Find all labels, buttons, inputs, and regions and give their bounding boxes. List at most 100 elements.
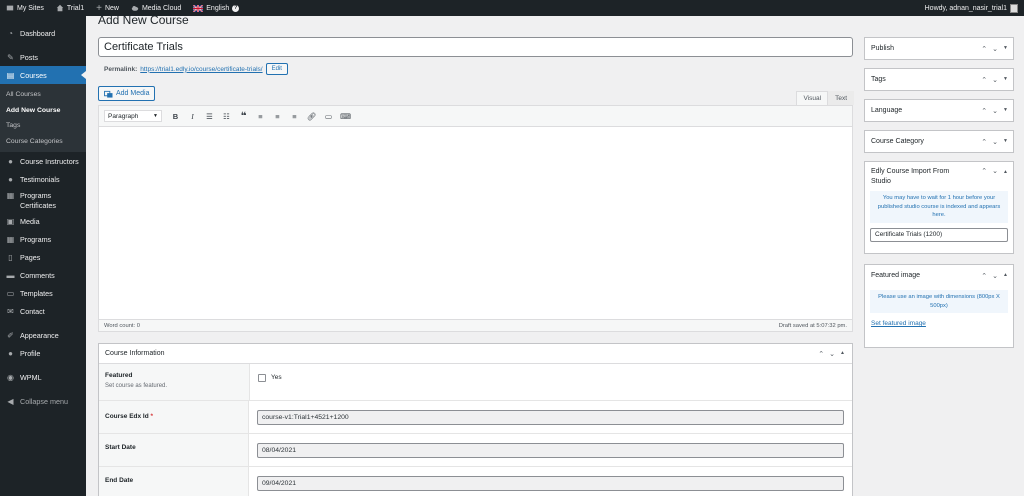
read-more-button[interactable]: ▭ (320, 109, 337, 123)
language-switcher[interactable]: English ? (187, 0, 245, 16)
permalink-url-link[interactable]: https://trial1.edly.io/course/certificat… (140, 66, 262, 73)
move-up-icon[interactable]: ⌃ (981, 76, 987, 84)
sidebar-item-profile[interactable]: ● Profile (0, 344, 86, 362)
sidebar-item-programs-certificates[interactable]: ▦ Programs Certificates (0, 188, 86, 212)
submenu-all-courses[interactable]: All Courses (0, 87, 86, 103)
collapse-menu-button[interactable]: ◀ Collapse menu (0, 392, 86, 410)
move-up-icon[interactable]: ⌃ (981, 272, 987, 280)
sidebar-item-label: Media (20, 216, 40, 226)
bullet-list-button[interactable]: ☰ (201, 109, 218, 123)
move-up-icon[interactable]: ⌃ (818, 350, 824, 358)
sidebar-item-pages[interactable]: ▯ Pages (0, 248, 86, 266)
sidebar-item-wpml[interactable]: ◉ WPML (0, 368, 86, 386)
sidebar-item-templates[interactable]: ▭ Templates (0, 284, 86, 302)
sidebar-item-contact[interactable]: ✉ Contact (0, 302, 86, 320)
sidebar-item-programs[interactable]: ▦ Programs (0, 230, 86, 248)
language-header[interactable]: Language ⌃ ⌄ ▼ (865, 100, 1013, 121)
avatar (1010, 3, 1018, 13)
move-down-icon[interactable]: ⌄ (992, 76, 998, 84)
sidebar-item-label: Programs Certificates (20, 191, 56, 210)
account-menu[interactable]: Howdy, adnan_nasir_trial1 (919, 0, 1024, 16)
move-down-icon[interactable]: ⌄ (992, 45, 998, 53)
move-up-icon[interactable]: ⌃ (981, 138, 987, 146)
edx-id-label-text: Course Edx Id (105, 413, 149, 420)
read-more-icon: ▭ (324, 111, 333, 121)
sidebar-item-posts[interactable]: ✎ Posts (0, 48, 86, 66)
sidebar-item-course-instructors[interactable]: ● Course Instructors (0, 152, 86, 170)
featured-description: Set course as featured. (105, 383, 168, 389)
publish-box: Publish ⌃ ⌄ ▼ (864, 37, 1014, 60)
editor-body[interactable] (99, 127, 852, 320)
bullet-list-icon: ☰ (206, 111, 213, 121)
course-title-input[interactable]: Certificate Trials (98, 37, 853, 57)
collapse-toggle-icon[interactable]: ▼ (1003, 76, 1008, 84)
submenu-tags[interactable]: Tags (0, 118, 86, 134)
editor-status-bar: Word count: 0 Draft saved at 5:07:32 pm. (99, 319, 852, 331)
insert-link-button[interactable]: 🔗︎ (303, 109, 320, 123)
end-date-input[interactable]: 09/04/2021 (257, 476, 844, 491)
start-date-input[interactable]: 08/04/2021 (257, 442, 844, 458)
collapse-toggle-icon[interactable]: ▼ (1003, 45, 1008, 53)
align-left-button[interactable]: ≡ (252, 109, 269, 123)
move-down-icon[interactable]: ⌄ (992, 138, 998, 146)
tab-text[interactable]: Text (828, 91, 854, 105)
mail-icon: ✉ (7, 306, 14, 316)
move-down-icon[interactable]: ⌄ (992, 107, 998, 115)
sidebar-item-label: Profile (20, 348, 41, 358)
align-right-icon: ≡ (292, 111, 297, 121)
move-down-icon[interactable]: ⌄ (829, 350, 835, 358)
publish-header[interactable]: Publish ⌃ ⌄ ▼ (865, 38, 1013, 59)
submenu-course-categories[interactable]: Course Categories (0, 134, 86, 150)
course-import-select[interactable]: Certificate Trials (1200) (870, 227, 1008, 242)
toolbar-toggle-button[interactable]: ⌨ (337, 109, 354, 123)
tab-visual[interactable]: Visual (796, 91, 829, 105)
submenu-add-new-course[interactable]: Add New Course (0, 103, 86, 119)
collapse-toggle-icon[interactable]: ▲ (1003, 167, 1008, 177)
featured-checkbox[interactable] (258, 374, 266, 382)
align-right-button[interactable]: ≡ (286, 109, 303, 123)
add-media-button[interactable]: Add Media (98, 86, 156, 101)
my-sites-link[interactable]: My Sites (0, 0, 50, 16)
blockquote-button[interactable]: ❝ (235, 109, 252, 123)
home-icon (56, 4, 64, 12)
set-featured-image-link[interactable]: Set featured image (871, 320, 926, 327)
collapse-toggle-icon[interactable]: ▼ (1003, 107, 1008, 115)
end-date-value: 09/04/2021 (249, 467, 852, 496)
tags-box: Tags ⌃ ⌄ ▼ (864, 68, 1014, 91)
course-import-header[interactable]: Edly Course Import From Studio ⌃ ⌄ ▲ (865, 162, 1013, 191)
permalink-edit-button[interactable]: Edit (265, 63, 288, 75)
link-icon: 🔗︎ (306, 111, 317, 121)
site-name-link[interactable]: Trial1 (50, 0, 90, 16)
sidebar-item-appearance[interactable]: ✐ Appearance (0, 326, 86, 344)
profile-icon: ● (8, 348, 13, 358)
sidebar-item-testimonials[interactable]: ● Testimonials (0, 170, 86, 188)
word-count: Word count: 0 (104, 322, 140, 329)
move-up-icon[interactable]: ⌃ (981, 45, 987, 53)
collapse-toggle-icon[interactable]: ▼ (1003, 138, 1008, 146)
sidebar-item-dashboard[interactable]: ◔ Dashboard (0, 24, 86, 42)
collapse-toggle-icon[interactable]: ▲ (1003, 272, 1008, 280)
move-up-icon[interactable]: ⌃ (981, 107, 987, 115)
move-down-icon[interactable]: ⌄ (992, 272, 998, 280)
featured-image-header[interactable]: Featured image ⌃ ⌄ ▲ (865, 265, 1013, 286)
sidebar-item-courses[interactable]: ▤ Courses (0, 66, 86, 84)
bold-button[interactable]: B (167, 109, 184, 123)
sidebar-item-media[interactable]: ▣ Media (0, 212, 86, 230)
page-icon: ▯ (8, 252, 13, 262)
my-sites-label: My Sites (17, 4, 44, 12)
course-category-header[interactable]: Course Category ⌃ ⌄ ▼ (865, 131, 1013, 152)
end-date-label: End Date (99, 467, 249, 496)
move-down-icon[interactable]: ⌄ (992, 167, 998, 177)
paragraph-format-select[interactable]: Paragraph ▼ (104, 110, 162, 122)
move-up-icon[interactable]: ⌃ (981, 167, 987, 177)
align-center-button[interactable]: ≡ (269, 109, 286, 123)
course-information-title: Course Information (105, 350, 165, 357)
folder-icon: ▭ (6, 288, 15, 298)
italic-button[interactable]: I (184, 109, 201, 123)
numbered-list-button[interactable]: ☷ (218, 109, 235, 123)
edx-id-input[interactable]: course-v1:Trial1+4521+1200 (257, 409, 844, 425)
collapse-toggle-icon[interactable]: ▲ (840, 350, 845, 358)
sidebar-item-comments[interactable]: ▬ Comments (0, 266, 86, 284)
required-marker: * (150, 413, 154, 420)
tags-header[interactable]: Tags ⌃ ⌄ ▼ (865, 69, 1013, 90)
